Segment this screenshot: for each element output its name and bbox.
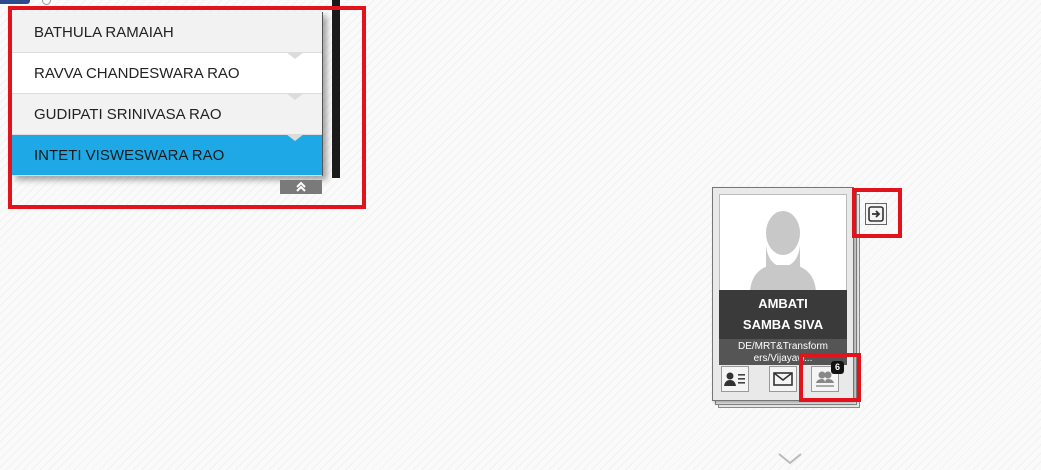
employee-name-line2: SAMBA SIVA — [742, 317, 824, 332]
employee-option-label: INTETI VISWESWARA RAO — [34, 147, 225, 164]
double-chevron-up-icon — [296, 181, 306, 192]
profile-card[interactable]: AMBATI SAMBA SIVA DE/MRT&Transform ers/V… — [712, 187, 854, 401]
employee-option-selected[interactable]: INTETI VISWESWARA RAO — [12, 135, 322, 176]
separator-notch — [286, 52, 304, 59]
employee-dropdown: BATHULA RAMAIAH RAVVA CHANDESWARA RAO GU… — [12, 0, 340, 194]
mail-button[interactable] — [769, 366, 797, 392]
avatar — [719, 194, 847, 292]
dropdown-scrollbar[interactable] — [332, 0, 340, 178]
chevron-down-icon[interactable] — [777, 452, 803, 466]
collapse-button[interactable] — [280, 180, 322, 194]
profile-details-button[interactable] — [721, 366, 749, 392]
employee-option-label: BATHULA RAMAIAH — [34, 24, 174, 41]
separator-notch — [286, 93, 304, 100]
employee-option-label: RAVVA CHANDESWARA RAO — [34, 65, 240, 82]
employee-list: BATHULA RAMAIAH RAVVA CHANDESWARA RAO GU… — [12, 12, 323, 176]
name-block: AMBATI SAMBA SIVA DE/MRT&Transform ers/V… — [719, 290, 847, 365]
team-button[interactable]: 6 — [811, 361, 844, 392]
employee-option[interactable]: GUDIPATI SRINIVASA RAO — [12, 94, 322, 141]
mail-icon — [773, 372, 793, 386]
employee-option-label: GUDIPATI SRINIVASA RAO — [34, 106, 222, 123]
employee-option[interactable]: BATHULA RAMAIAH — [12, 12, 322, 59]
team-count-badge: 6 — [831, 361, 844, 374]
person-silhouette-icon — [750, 211, 816, 291]
exit-button[interactable] — [865, 203, 887, 225]
employee-option[interactable]: RAVVA CHANDESWARA RAO — [12, 53, 322, 100]
employee-designation: DE/MRT&Transform ers/Vijayaw... — [719, 339, 847, 365]
employee-name-line1: AMBATI — [758, 296, 808, 311]
exit-icon — [868, 206, 884, 222]
separator-notch — [286, 134, 304, 141]
profile-details-icon — [724, 372, 745, 386]
card-actions: 6 — [719, 361, 847, 394]
